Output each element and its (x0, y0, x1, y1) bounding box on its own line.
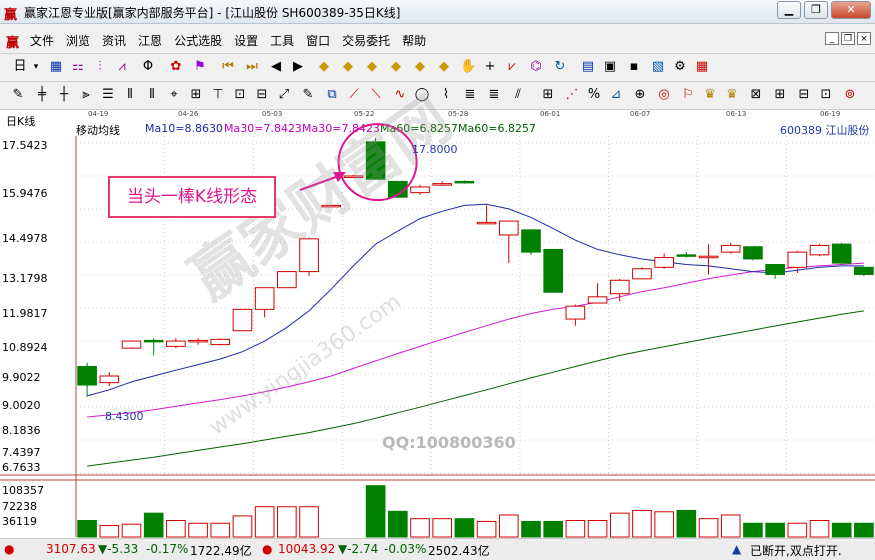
candle-body (99, 375, 120, 384)
volume-bar (565, 520, 586, 538)
peak-price-label: 17.8000 (412, 143, 458, 156)
candle-body (765, 264, 785, 275)
connection-icon: ▲ (732, 542, 742, 556)
volume-bar (77, 520, 97, 538)
sz-index-amount: 2502.43亿 (428, 544, 490, 558)
candle-body (210, 338, 231, 346)
candle-body (166, 340, 186, 347)
volume-bar (632, 509, 652, 538)
volume-bar (210, 522, 231, 538)
volume-bar (765, 522, 785, 538)
candle-body (498, 220, 519, 236)
volume-bar (143, 512, 164, 538)
candle-body (809, 244, 830, 256)
candle-body (698, 255, 719, 259)
sz-index-icon: ● (262, 542, 273, 556)
volume-bar (121, 523, 142, 538)
volume-bar (609, 512, 630, 538)
volume-bar (743, 522, 763, 538)
volume-bar (299, 506, 319, 538)
candle-body (521, 229, 541, 253)
candle-body (143, 339, 164, 343)
sh-index-change: ▼-5.33 (98, 542, 139, 556)
volume-bar (587, 520, 608, 538)
volume-bar (365, 485, 386, 538)
candle-body (854, 266, 874, 275)
volume-bar (521, 520, 541, 538)
candle-body (587, 296, 608, 304)
kline-chart[interactable] (0, 0, 875, 560)
volume-bar (698, 518, 719, 538)
candle-body (720, 244, 741, 253)
volume-bar (166, 520, 186, 538)
candle-body (743, 246, 763, 260)
candle-body (543, 248, 564, 293)
volume-bar (188, 522, 208, 538)
candle-body (565, 305, 586, 320)
volume-bar (498, 514, 519, 538)
sh-index-value: 3107.63 (46, 542, 96, 556)
candle-body (121, 340, 142, 349)
candle-body (188, 339, 208, 343)
volume-bar (387, 510, 408, 538)
volume-bar (476, 520, 497, 538)
volume-bar (454, 518, 475, 538)
volume-bar (831, 522, 852, 538)
annotation-box: 当头一棒K线形态 (108, 176, 276, 218)
candle-body (277, 271, 297, 289)
volume-bar (277, 506, 297, 538)
volume-bar (809, 520, 830, 538)
volume-bar (854, 522, 874, 538)
candle-body (232, 308, 253, 332)
sz-index-change: ▼-2.74 (338, 542, 379, 556)
volume-bar (254, 506, 275, 538)
sz-index-value: 10043.92 (278, 542, 336, 556)
candle-body (676, 254, 697, 257)
candle-body (632, 268, 652, 280)
sh-index-pct: -0.17% (146, 542, 189, 556)
volume-bar (99, 525, 120, 538)
low-price-label: 8.4300 (105, 410, 144, 423)
candle-body (831, 243, 852, 264)
candle-body (77, 365, 97, 386)
candle-body (654, 257, 674, 268)
volume-bar (232, 515, 253, 538)
candle-body (609, 279, 630, 295)
volume-bar (720, 514, 741, 538)
volume-bar (432, 518, 453, 538)
candle-body (787, 251, 808, 268)
candle-body (432, 183, 453, 186)
volume-bar (543, 520, 564, 538)
volume-bar (787, 522, 808, 538)
volume-bar (654, 511, 674, 538)
connection-status[interactable]: 已断开,双点打开. (750, 542, 842, 559)
candle-body (254, 287, 275, 310)
candle-body (410, 186, 430, 194)
sh-index-icon: ● (4, 542, 15, 556)
candle-body (454, 180, 475, 184)
volume-bar (676, 509, 697, 538)
sh-index-amount: 1722.49亿 (190, 544, 252, 558)
status-bar: ● 3107.63 ▼-5.33 -0.17% 1722.49亿 ● 10043… (0, 538, 875, 560)
volume-bar (410, 518, 430, 538)
sz-index-pct: -0.03% (384, 542, 427, 556)
qq-watermark: QQ:100800360 (382, 433, 516, 452)
candle-body (476, 221, 497, 225)
